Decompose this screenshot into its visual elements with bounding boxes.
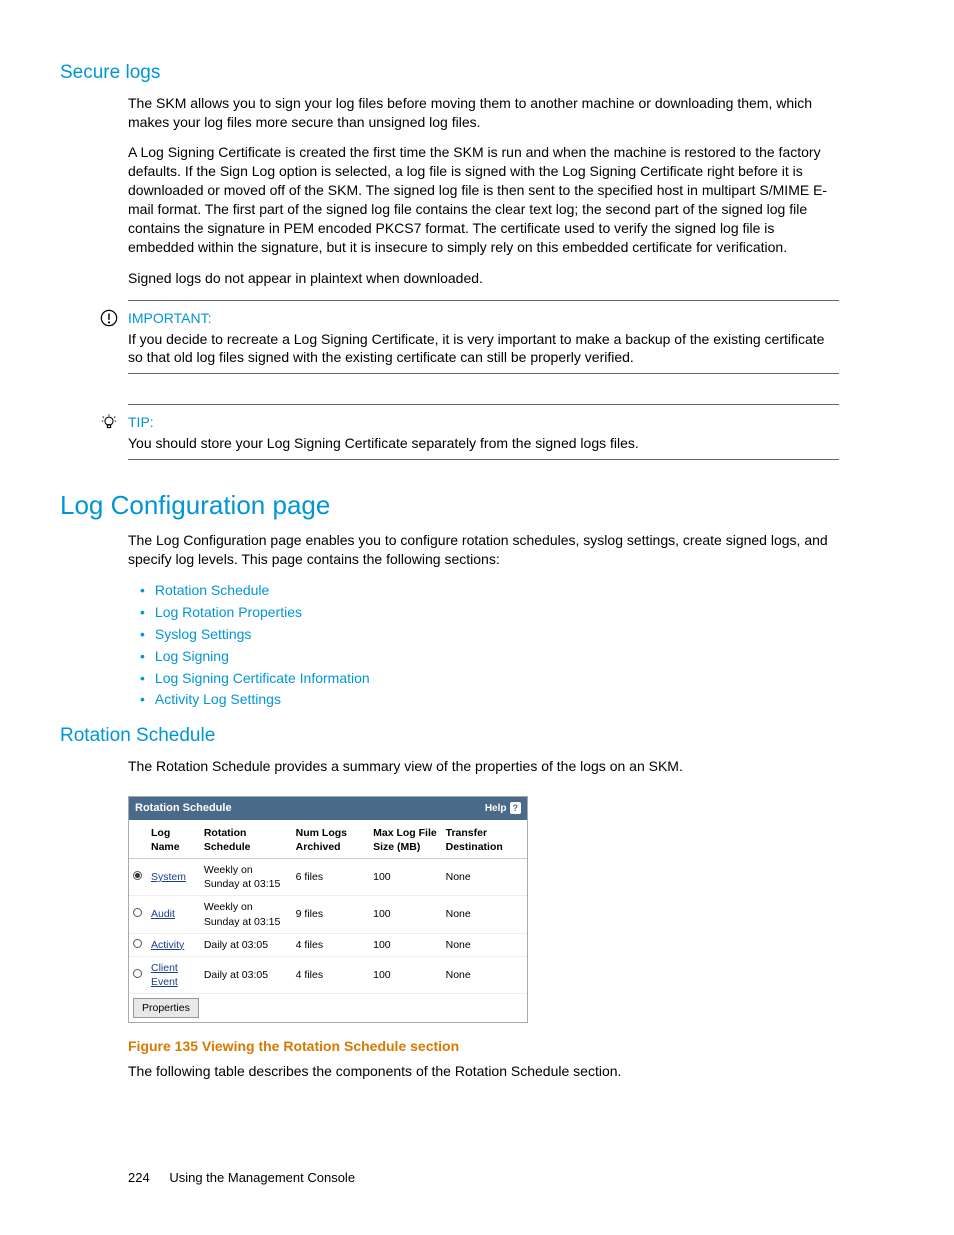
paragraph: The Rotation Schedule provides a summary…	[128, 757, 839, 776]
link-activity-log-settings[interactable]: Activity Log Settings	[140, 690, 839, 709]
paragraph: A Log Signing Certificate is created the…	[128, 143, 839, 256]
table-row: System Weekly on Sunday at 03:15 6 files…	[129, 859, 527, 896]
important-icon	[100, 309, 118, 327]
important-label: IMPORTANT:	[128, 309, 839, 328]
cell: 100	[369, 956, 442, 993]
divider	[128, 373, 839, 374]
cell: 100	[369, 859, 442, 896]
cell: None	[442, 956, 527, 993]
cell: Daily at 03:05	[200, 956, 292, 993]
heading-secure-logs: Secure logs	[60, 60, 839, 86]
row-radio[interactable]	[133, 908, 142, 917]
divider	[128, 404, 839, 405]
table-row: Audit Weekly on Sunday at 03:15 9 files …	[129, 896, 527, 933]
log-name-link[interactable]: Audit	[151, 908, 175, 920]
tip-text: You should store your Log Signing Certif…	[128, 434, 839, 453]
link-log-signing[interactable]: Log Signing	[140, 647, 839, 666]
figure-rotation-schedule: Rotation Schedule Help ? Log Name Rotati…	[128, 796, 839, 1024]
col-transfer: Transfer Destination	[442, 820, 527, 859]
cell: Daily at 03:05	[200, 933, 292, 956]
row-radio[interactable]	[133, 969, 142, 978]
table-row: Client Event Daily at 03:05 4 files 100 …	[129, 956, 527, 993]
panel-title: Rotation Schedule	[135, 801, 232, 816]
important-text: If you decide to recreate a Log Signing …	[128, 330, 839, 368]
paragraph: The Log Configuration page enables you t…	[128, 531, 839, 569]
link-syslog-settings[interactable]: Syslog Settings	[140, 625, 839, 644]
tip-label: TIP:	[128, 413, 839, 432]
properties-button[interactable]: Properties	[133, 998, 199, 1018]
paragraph: Signed logs do not appear in plaintext w…	[128, 269, 839, 288]
divider	[128, 300, 839, 301]
page-footer: 224 Using the Management Console	[128, 1169, 355, 1187]
table-row: Activity Daily at 03:05 4 files 100 None	[129, 933, 527, 956]
section-links-list: Rotation Schedule Log Rotation Propertie…	[140, 581, 839, 709]
link-log-rotation-properties[interactable]: Log Rotation Properties	[140, 603, 839, 622]
log-name-link[interactable]: System	[151, 871, 186, 883]
cell: None	[442, 896, 527, 933]
cell: 100	[369, 896, 442, 933]
tip-icon	[100, 413, 118, 431]
cell: 4 files	[292, 956, 369, 993]
help-label: Help	[485, 802, 507, 816]
cell: 6 files	[292, 859, 369, 896]
page-number: 224	[128, 1170, 150, 1185]
col-max-size: Max Log File Size (MB)	[369, 820, 442, 859]
col-num-logs: Num Logs Archived	[292, 820, 369, 859]
paragraph: The following table describes the compon…	[128, 1062, 839, 1081]
figure-caption: Figure 135 Viewing the Rotation Schedule…	[128, 1037, 839, 1056]
link-log-signing-cert-info[interactable]: Log Signing Certificate Information	[140, 669, 839, 688]
col-rotation-schedule: Rotation Schedule	[200, 820, 292, 859]
heading-rotation-schedule: Rotation Schedule	[60, 723, 839, 749]
cell: Weekly on Sunday at 03:15	[200, 896, 292, 933]
cell: None	[442, 933, 527, 956]
heading-log-configuration: Log Configuration page	[60, 488, 839, 523]
help-link[interactable]: Help ?	[485, 802, 521, 816]
cell: 4 files	[292, 933, 369, 956]
log-name-link[interactable]: Client Event	[151, 962, 178, 988]
log-name-link[interactable]: Activity	[151, 939, 184, 951]
cell: 100	[369, 933, 442, 956]
link-rotation-schedule[interactable]: Rotation Schedule	[140, 581, 839, 600]
help-icon: ?	[510, 802, 522, 814]
col-log-name: Log Name	[147, 820, 200, 859]
divider	[128, 459, 839, 460]
cell: None	[442, 859, 527, 896]
cell: 9 files	[292, 896, 369, 933]
row-radio[interactable]	[133, 871, 142, 880]
row-radio[interactable]	[133, 939, 142, 948]
rotation-table: Log Name Rotation Schedule Num Logs Arch…	[129, 820, 527, 995]
paragraph: The SKM allows you to sign your log file…	[128, 94, 839, 132]
cell: Weekly on Sunday at 03:15	[200, 859, 292, 896]
footer-text: Using the Management Console	[169, 1170, 355, 1185]
